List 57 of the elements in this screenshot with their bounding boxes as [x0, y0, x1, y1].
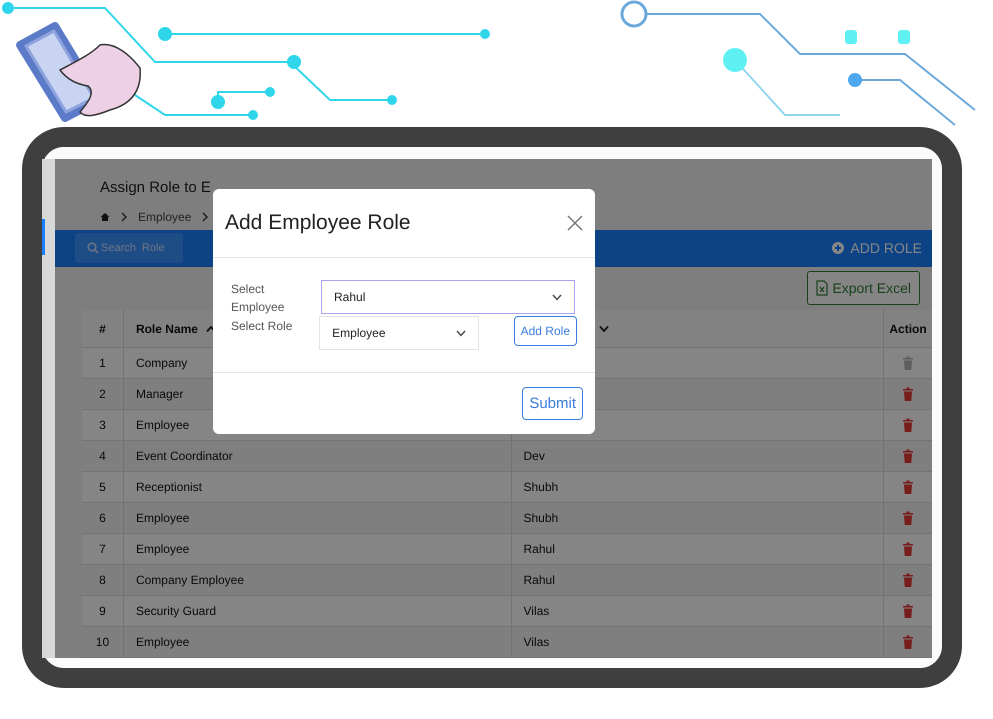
chevron-down-icon [552, 294, 562, 300]
trash-icon[interactable] [903, 387, 914, 401]
table-cell: Rahul [512, 534, 884, 564]
chevron-right-icon [201, 212, 210, 222]
row-number: 8 [82, 565, 124, 595]
dropdown-field[interactable]: Rahul [321, 280, 575, 314]
table-cell: Rahul [512, 565, 884, 595]
field-label: Select Role [231, 318, 294, 334]
trash-icon[interactable] [903, 511, 914, 525]
trash-icon[interactable] [903, 449, 914, 463]
row-number: 7 [82, 534, 124, 564]
plus-circle-icon [832, 242, 844, 254]
table-cell: Employee [124, 534, 512, 564]
row-number: 5 [82, 472, 124, 502]
row-number: 1 [82, 348, 124, 378]
table-cell: Employee [124, 627, 512, 657]
modal-title: Add Employee Role [225, 211, 411, 235]
export-excel-button[interactable]: Export Excel [807, 271, 920, 306]
search-field[interactable]: Search Role [75, 233, 183, 264]
table-cell: Event Coordinator [124, 441, 512, 471]
trash-icon[interactable] [903, 573, 914, 587]
breadcrumb-link[interactable]: Employee [138, 210, 192, 224]
table-cell: Shubh [512, 503, 884, 533]
row-number: 4 [82, 441, 124, 471]
table-cell: Company Employee [124, 565, 512, 595]
add-role-button[interactable]: ADD ROLE [822, 240, 932, 256]
field-label: Select Employee [231, 281, 286, 316]
trash-icon[interactable] [903, 635, 914, 649]
row-number: 9 [82, 596, 124, 626]
column-header[interactable]: Action [884, 310, 932, 347]
excel-file-icon [816, 280, 828, 296]
home-icon[interactable] [100, 212, 110, 222]
chevron-down-icon [456, 330, 466, 336]
trash-icon[interactable] [903, 356, 914, 370]
page-title: Assign Role to E [100, 179, 212, 196]
row-number: 3 [82, 410, 124, 440]
chevron-right-icon [120, 212, 128, 222]
table-cell: Vilas [512, 596, 884, 626]
row-number: 2 [82, 379, 124, 409]
trash-icon[interactable] [903, 604, 914, 618]
table-cell: Vilas [512, 627, 884, 657]
add-role-button[interactable]: Add Role [514, 316, 577, 346]
submit-button[interactable]: Submit [522, 387, 583, 420]
table-cell: Security Guard [124, 596, 512, 626]
row-number: 6 [82, 503, 124, 533]
table-cell: Receptionist [124, 472, 512, 502]
column-header[interactable]: # [82, 310, 124, 347]
trash-icon[interactable] [903, 480, 914, 494]
table-cell: Shubh [512, 472, 884, 502]
trash-icon[interactable] [903, 418, 914, 432]
search-icon [87, 242, 99, 254]
trash-icon[interactable] [903, 542, 914, 556]
dropdown-field[interactable]: Employee [319, 316, 479, 350]
row-number: 10 [82, 627, 124, 657]
close-icon[interactable] [567, 215, 583, 231]
table-cell: Dev [512, 441, 884, 471]
table-cell: Employee [124, 503, 512, 533]
